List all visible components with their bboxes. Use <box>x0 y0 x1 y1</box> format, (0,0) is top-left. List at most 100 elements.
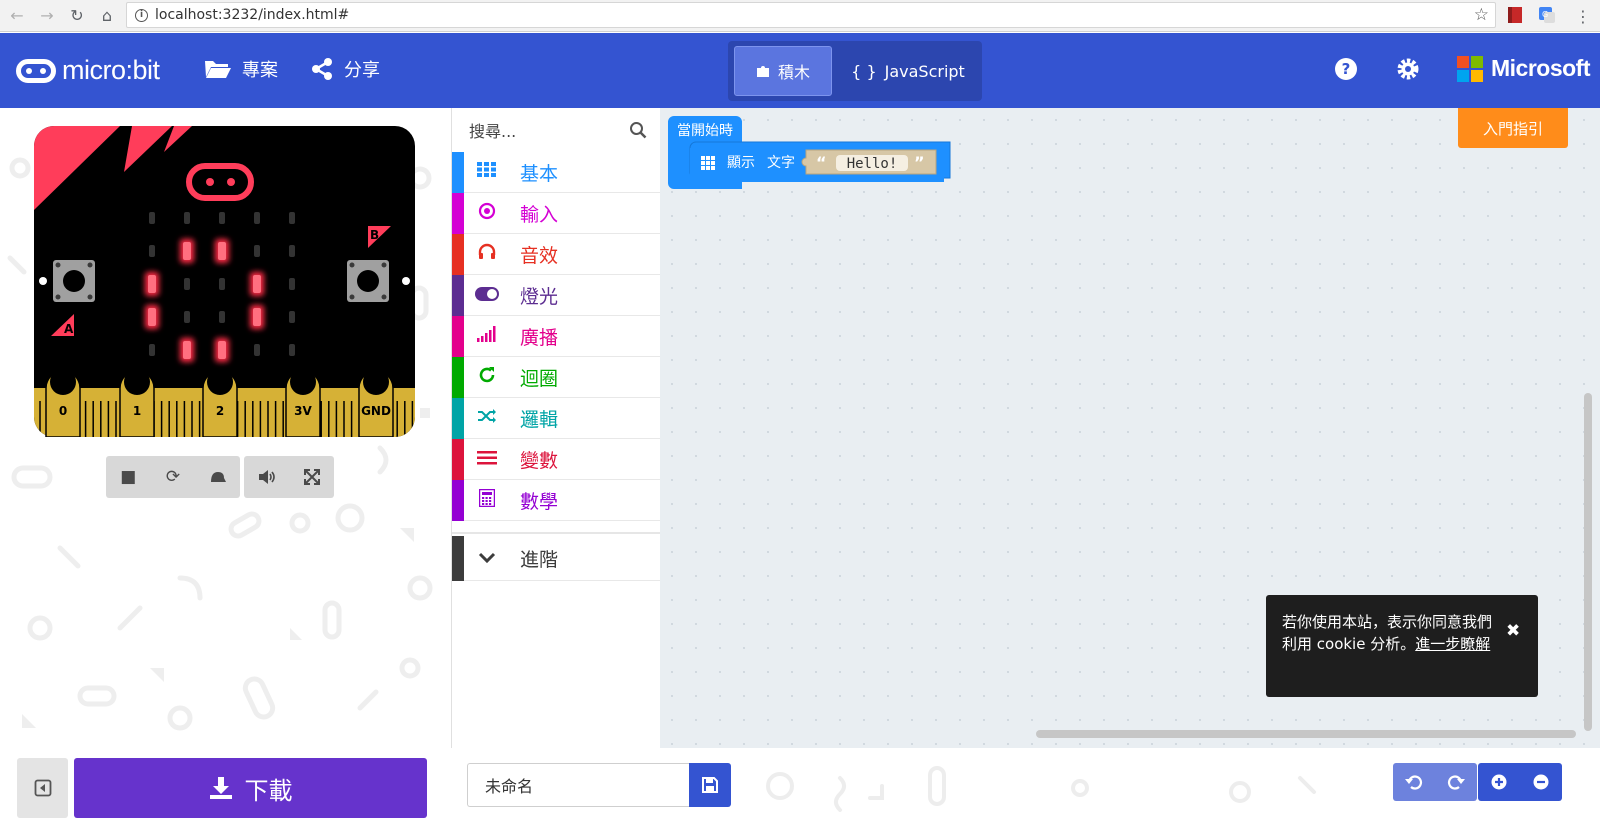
category-label: 音效 <box>520 244 559 267</box>
category-color-bar <box>452 535 464 581</box>
slow-motion-snail-icon[interactable] <box>195 456 240 498</box>
category-color-bar <box>452 151 464 193</box>
getting-started-button[interactable]: 入門指引 <box>1458 108 1568 148</box>
led-2-3 <box>253 275 261 293</box>
search-placeholder[interactable]: 搜尋... <box>469 118 516 142</box>
settings-gear-icon[interactable] <box>1396 57 1420 81</box>
category-color-bar <box>452 192 464 234</box>
led-4-0 <box>149 344 155 356</box>
category-color-bar <box>452 438 464 480</box>
help-icon[interactable]: ? <box>1334 57 1358 81</box>
share-menu-button[interactable]: 分享 <box>310 56 380 82</box>
refresh-icon <box>474 366 500 389</box>
led-1-3 <box>254 245 260 257</box>
svg-text:G: G <box>1542 10 1548 19</box>
pin-hole-1 <box>124 369 150 395</box>
simulator-toolbar: ■ ⟳ <box>106 456 334 498</box>
home-icon[interactable]: ⌂ <box>94 3 120 29</box>
zoom-out-icon[interactable] <box>1520 763 1562 801</box>
toolbox-category-3[interactable]: 音效 <box>452 233 661 275</box>
undo-icon[interactable] <box>1393 763 1435 801</box>
button-a[interactable] <box>53 260 95 302</box>
microsoft-squares-icon <box>1457 55 1483 82</box>
led-0-4 <box>289 212 295 224</box>
led-2-2 <box>219 278 225 290</box>
on-start-block[interactable]: 當開始時 顯示 文字 “ Hello! ” <box>668 116 958 196</box>
stop-icon[interactable]: ■ <box>106 456 151 498</box>
app-header: micro:bit 專案 分享 積木 { } JavaScript ? Micr… <box>0 33 1600 108</box>
toolbox-category-5[interactable]: 廣播 <box>452 315 661 357</box>
category-color-bar <box>452 233 464 275</box>
bookmark-star-icon[interactable]: ☆ <box>1474 5 1489 25</box>
search-icon[interactable] <box>629 121 647 139</box>
category-label: 輸入 <box>520 203 559 226</box>
toolbox-category-2[interactable]: 輸入 <box>452 192 661 234</box>
toolbox-category-7[interactable]: 邏輯 <box>452 397 661 439</box>
button-b[interactable] <box>347 260 389 302</box>
microsoft-logo[interactable]: Microsoft <box>1457 55 1591 82</box>
reload-icon[interactable]: ↻ <box>64 3 90 29</box>
projects-menu-button[interactable]: 專案 <box>204 56 278 82</box>
toolbox-category-1[interactable]: 基本 <box>452 151 661 193</box>
bookmark-extension-icon[interactable] <box>1506 5 1524 25</box>
forward-icon[interactable]: → <box>34 3 60 29</box>
led-0-0 <box>149 212 155 224</box>
vertical-scrollbar[interactable] <box>1584 393 1592 731</box>
toolbox-search[interactable]: 搜尋... <box>452 108 661 152</box>
category-label: 數學 <box>520 490 559 513</box>
radio-target-icon <box>474 202 500 225</box>
blocks-workspace[interactable]: 當開始時 顯示 文字 “ Hello! ” 入門指引 若你使用本站，表示你同意我… <box>660 108 1600 748</box>
show-string-param: 文字 <box>767 155 795 171</box>
grid-icon <box>701 156 715 170</box>
save-button[interactable] <box>689 763 731 807</box>
calculator-icon <box>474 488 500 512</box>
led-3-4 <box>289 311 295 323</box>
browser-menu-icon[interactable]: ⋮ <box>1570 3 1596 29</box>
horizontal-scrollbar[interactable] <box>1036 730 1576 738</box>
tab-blocks[interactable]: 積木 <box>734 46 832 96</box>
toolbox-category-6[interactable]: 迴圈 <box>452 356 661 398</box>
led-3-3 <box>253 308 261 326</box>
grid-icon <box>474 161 500 183</box>
category-label: 迴圈 <box>520 367 559 390</box>
toolbox-category-8[interactable]: 變數 <box>452 438 661 480</box>
address-bar[interactable]: i localhost:3232/index.html# ☆ <box>126 2 1496 28</box>
fullscreen-icon[interactable] <box>289 456 334 498</box>
category-color-bar <box>452 397 464 439</box>
category-color-bar <box>452 356 464 398</box>
microbit-logo[interactable]: micro:bit <box>16 55 160 86</box>
string-input-block[interactable]: “ Hello! ” <box>801 149 937 175</box>
signal-bars-icon <box>474 325 500 347</box>
toolbox-category-4[interactable]: 燈光 <box>452 274 661 316</box>
restart-icon[interactable]: ⟳ <box>151 456 196 498</box>
string-value[interactable]: Hello! <box>847 156 898 172</box>
led-1-0 <box>149 245 155 257</box>
cookie-learn-more-link[interactable]: 進一步瞭解 <box>1415 635 1490 653</box>
microbit-board: A B 0 1 2 3V GND <box>34 126 415 437</box>
toolbox: 搜尋... 基本輸入音效燈光廣播迴圈邏輯變數數學進階 <box>451 108 661 748</box>
category-color-bar <box>452 274 464 316</box>
puzzle-icon <box>756 66 769 77</box>
category-color-bar <box>452 315 464 357</box>
tab-javascript[interactable]: { } JavaScript <box>840 46 976 96</box>
pin-hole-3V <box>290 369 316 395</box>
zoom-in-icon[interactable] <box>1478 763 1520 801</box>
bottom-toolbar: 下載 <box>0 748 1600 825</box>
toolbox-category-9[interactable]: 數學 <box>452 479 661 521</box>
toolbox-category-advanced[interactable]: 進階 <box>452 535 661 581</box>
volume-icon[interactable] <box>244 456 289 498</box>
shuffle-icon <box>474 408 500 429</box>
category-label: 燈光 <box>520 285 559 308</box>
project-name-input[interactable] <box>467 763 689 807</box>
download-button[interactable]: 下載 <box>74 758 427 818</box>
close-icon[interactable]: ✖ <box>1506 620 1520 642</box>
translate-extension-icon[interactable]: G <box>1538 5 1556 25</box>
led-2-4 <box>289 278 295 290</box>
undo-redo-group <box>1393 763 1477 801</box>
redo-icon[interactable] <box>1435 763 1477 801</box>
back-icon[interactable]: ← <box>4 3 30 29</box>
category-label: 邏輯 <box>520 408 559 431</box>
info-icon[interactable]: i <box>135 8 148 22</box>
led-4-3 <box>254 344 260 356</box>
collapse-simulator-button[interactable] <box>17 758 68 818</box>
